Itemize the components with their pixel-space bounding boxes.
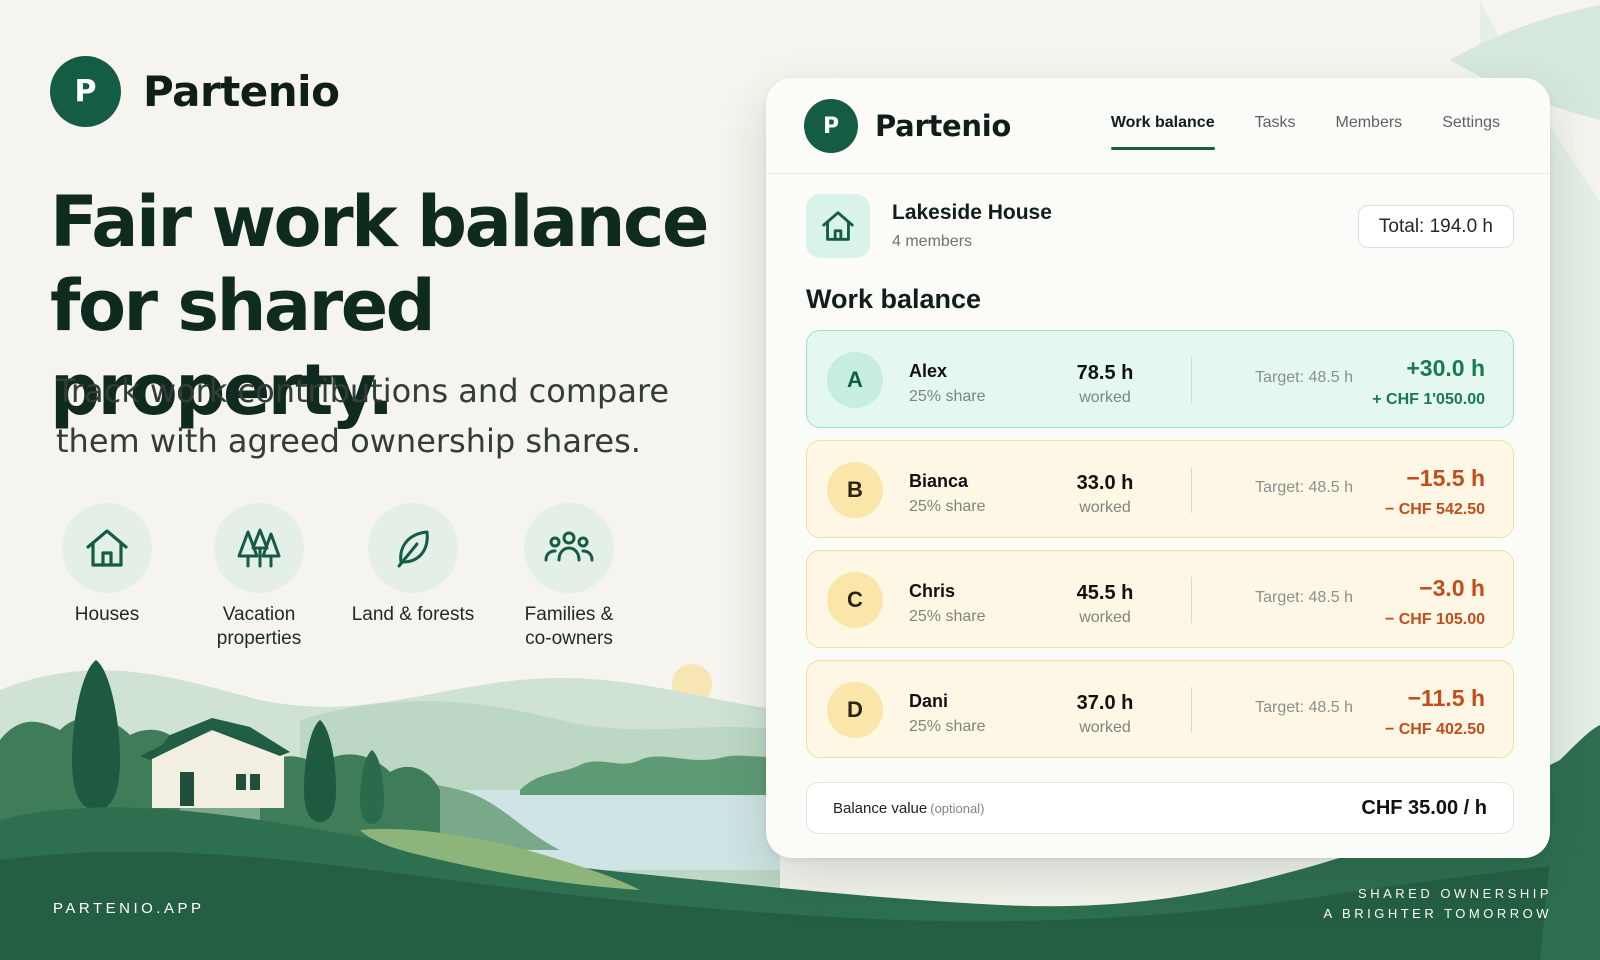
hero-subline: Track work contributions and compare the… <box>56 366 736 466</box>
app-brand[interactable]: P Partenio <box>804 99 1011 153</box>
feature-list: Houses Vacation properties Land & forests <box>52 503 712 653</box>
tab-work-balance[interactable]: Work balance <box>1110 114 1215 150</box>
leaf-icon <box>368 503 458 593</box>
member-hours: 78.5 h <box>1076 362 1134 384</box>
total-hours-badge: Total: 194.0 h <box>1357 205 1514 248</box>
balance-value: CHF 35.00 / h <box>1361 797 1487 819</box>
member-share: 25% share <box>909 718 986 735</box>
property-name: Lakeside House <box>892 201 1052 224</box>
avatar: D <box>827 682 883 738</box>
member-value: − CHF 402.50 <box>1384 721 1485 738</box>
feature-label: Land & forests <box>351 604 475 625</box>
subline-line-1: Track work contributions and compare <box>56 372 670 410</box>
member-value: − CHF 542.50 <box>1384 501 1485 518</box>
member-hours: 33.0 h <box>1076 472 1134 494</box>
member-value: + CHF 1'050.00 <box>1372 391 1485 408</box>
subline-line-2: them with agreed ownership shares. <box>56 422 641 460</box>
tab-settings[interactable]: Settings <box>1442 114 1500 150</box>
avatar: A <box>827 352 883 408</box>
feature-land-forests: Land & forests <box>338 503 488 627</box>
feature-families-co-owners: Families & co-owners <box>494 503 644 651</box>
member-delta: −11.5 h <box>1407 685 1485 711</box>
divider <box>1191 467 1192 513</box>
feature-houses: Houses <box>32 503 182 627</box>
app-title: Partenio <box>875 109 1011 143</box>
divider <box>1191 577 1192 623</box>
member-name: Dani <box>909 691 949 711</box>
member-row-bianca[interactable]: B Bianca 25% share 33.0 h worked Target:… <box>806 440 1514 538</box>
property-members-count: 4 members <box>892 233 973 250</box>
member-target: Target: 48.5 h <box>1255 479 1353 496</box>
feature-vacation-properties: Vacation properties <box>184 503 334 651</box>
member-hours: 45.5 h <box>1076 582 1134 604</box>
member-delta: −15.5 h <box>1406 465 1485 491</box>
member-name: Alex <box>909 361 948 381</box>
member-row-chris[interactable]: C Chris 25% share 45.5 h worked Target: … <box>806 550 1514 648</box>
app-header: P Partenio Work balance Tasks Members Se… <box>766 78 1550 174</box>
brand-name: Partenio <box>143 67 340 116</box>
member-target: Target: 48.5 h <box>1255 369 1353 386</box>
member-target: Target: 48.5 h <box>1255 589 1353 606</box>
brand-logo: P <box>50 56 121 127</box>
tab-members[interactable]: Members <box>1336 114 1403 150</box>
member-name: Chris <box>909 581 956 601</box>
balance-value-field[interactable]: Balance value (optional) CHF 35.00 / h <box>806 782 1514 834</box>
nav-tabs: Work balance Tasks Members Settings <box>1110 114 1500 150</box>
headline-line-1: Fair work balance <box>50 181 709 263</box>
house-icon <box>806 194 870 258</box>
member-share: 25% share <box>909 608 986 625</box>
member-worked-label: worked <box>1079 609 1131 626</box>
section-title: Work balance <box>806 284 982 314</box>
avatar: B <box>827 462 883 518</box>
trees-icon <box>214 503 304 593</box>
divider <box>1191 357 1192 403</box>
member-share: 25% share <box>909 498 986 515</box>
feature-label: Vacation properties <box>216 604 302 649</box>
balance-label: Balance value (optional) <box>833 800 985 817</box>
member-row-alex[interactable]: A Alex 25% share 78.5 h worked Target: 4… <box>806 330 1514 428</box>
member-hours: 37.0 h <box>1076 692 1134 714</box>
property-header: Lakeside House 4 members <box>806 194 1052 258</box>
divider <box>1191 687 1192 733</box>
member-delta: −3.0 h <box>1419 575 1485 601</box>
member-worked-label: worked <box>1079 499 1131 516</box>
people-icon <box>524 503 614 593</box>
member-list: A Alex 25% share 78.5 h worked Target: 4… <box>806 330 1514 770</box>
member-delta: +30.0 h <box>1406 355 1485 381</box>
feature-label: Families & co-owners <box>524 604 614 649</box>
avatar: C <box>827 572 883 628</box>
app-window: P Partenio Work balance Tasks Members Se… <box>766 78 1550 858</box>
member-row-dani[interactable]: D Dani 25% share 37.0 h worked Target: 4… <box>806 660 1514 758</box>
footer-url[interactable]: PARTENIO.APP <box>53 900 204 917</box>
member-value: − CHF 105.00 <box>1384 611 1485 628</box>
member-share: 25% share <box>909 388 986 405</box>
member-worked-label: worked <box>1079 389 1131 406</box>
footer-tagline: SHARED OWNERSHIP A BRIGHTER TOMORROW <box>1323 886 1552 921</box>
house-icon <box>62 503 152 593</box>
feature-label: Houses <box>74 604 140 625</box>
member-name: Bianca <box>909 471 969 491</box>
app-logo: P <box>804 99 858 153</box>
tab-tasks[interactable]: Tasks <box>1255 114 1296 150</box>
member-worked-label: worked <box>1079 719 1131 736</box>
balance-optional-hint: (optional) <box>930 801 985 816</box>
hero-brand: P Partenio <box>50 56 340 127</box>
member-target: Target: 48.5 h <box>1255 699 1353 716</box>
